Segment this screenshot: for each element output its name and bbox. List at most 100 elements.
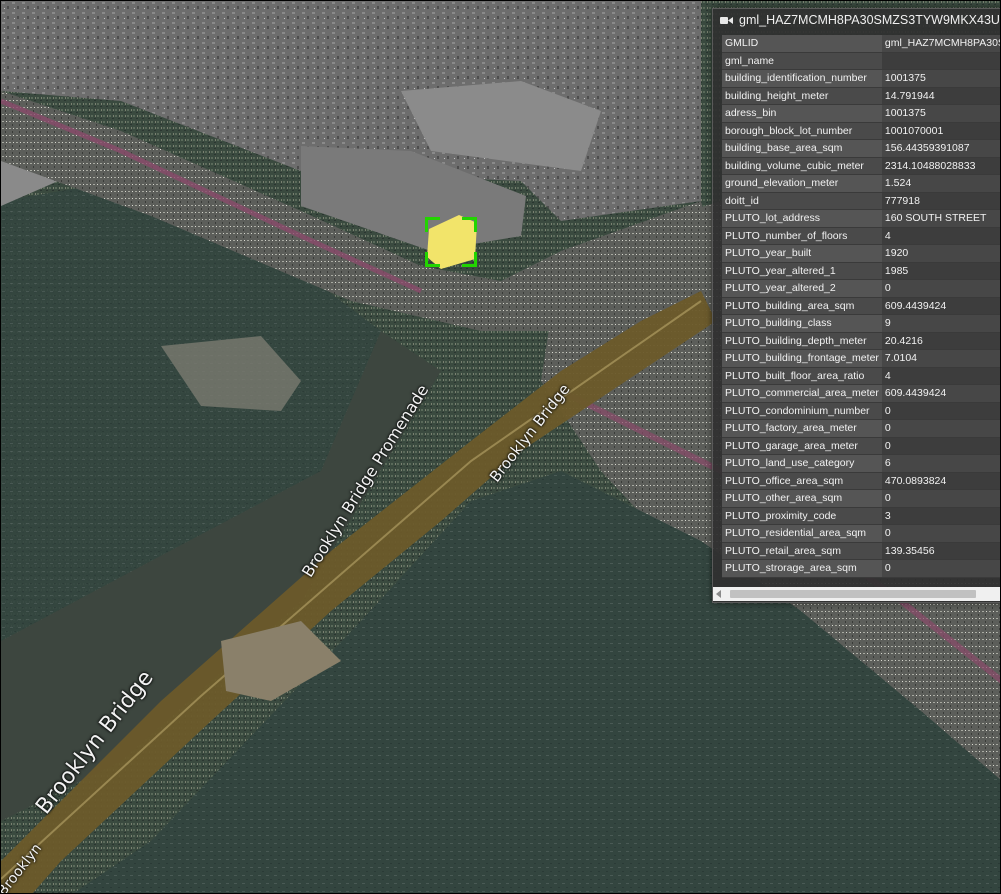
attribute-key: ground_elevation_meter <box>722 174 882 193</box>
attribute-value: 1001070001 <box>881 122 1000 140</box>
attribute-key: PLUTO_year_built <box>722 244 882 263</box>
attribute-value: 20.4216 <box>881 332 1000 350</box>
table-row: PLUTO_retail_area_sqm 139.35456 <box>722 542 1000 560</box>
table-row: gml_name <box>722 52 1000 70</box>
selection-corner-bottom-right <box>462 252 477 267</box>
attribute-key: PLUTO_commercial_area_meter <box>722 384 882 403</box>
attribute-key: PLUTO_building_frontage_meter <box>722 349 882 368</box>
table-row: PLUTO_building_frontage_meter 7.0104 <box>722 349 1000 368</box>
attribute-key: PLUTO_strorage_area_sqm <box>722 559 882 578</box>
table-row: building_height_meter 14.791944 <box>722 87 1000 105</box>
attribute-value: 609.4439424 <box>881 297 1000 315</box>
attribute-value: 2314.10488028833 <box>881 157 1000 175</box>
attribute-value: 4 <box>881 367 1000 385</box>
attribute-key: PLUTO_land_use_category <box>722 454 882 473</box>
table-row: PLUTO_commercial_area_meter 609.4439424 <box>722 384 1000 403</box>
table-row: PLUTO_land_use_category 6 <box>722 454 1000 473</box>
cesium-viewer[interactable]: Brooklyn Bridge Brooklyn Bridge Promenad… <box>0 0 1001 894</box>
horizontal-scrollbar[interactable] <box>713 587 1000 601</box>
attribute-key: PLUTO_garage_area_meter <box>722 437 882 455</box>
attribute-key: PLUTO_number_of_floors <box>722 227 882 245</box>
attribute-value: 6 <box>881 454 1000 473</box>
attribute-key: building_volume_cubic_meter <box>722 157 882 175</box>
attribute-key: building_identification_number <box>722 69 882 88</box>
attribute-value: 9 <box>881 314 1000 333</box>
attribute-key: PLUTO_proximity_code <box>722 507 882 525</box>
attribute-value: 0 <box>881 489 1000 508</box>
table-row: doitt_id 777918 <box>722 192 1000 210</box>
attribute-key: building_base_area_sqm <box>722 139 882 158</box>
attribute-key: PLUTO_factory_area_meter <box>722 419 882 438</box>
table-row: building_volume_cubic_meter 2314.10488028… <box>722 157 1000 175</box>
attribute-key: PLUTO_built_floor_area_ratio <box>722 367 882 385</box>
attribute-key: doitt_id <box>722 192 882 210</box>
table-row: borough_block_lot_number 1001070001 <box>722 122 1000 140</box>
attribute-value: 609.4439424 <box>881 384 1000 403</box>
attribute-value: 0 <box>881 419 1000 438</box>
attribute-value: 0 <box>881 279 1000 298</box>
attribute-key: PLUTO_building_depth_meter <box>722 332 882 350</box>
attribute-key: PLUTO_lot_address <box>722 209 882 228</box>
attribute-key: building_height_meter <box>722 87 882 105</box>
table-row: PLUTO_year_built 1920 <box>722 244 1000 263</box>
table-row: PLUTO_built_floor_area_ratio 4 <box>722 367 1000 385</box>
attribute-value: 1920 <box>881 244 1000 263</box>
attribute-value <box>881 52 1000 70</box>
table-row: PLUTO_residential_area_sqm 0 <box>722 524 1000 543</box>
attribute-key: PLUTO_residential_area_sqm <box>722 524 882 543</box>
attribute-value: 1.524 <box>881 174 1000 193</box>
attribute-value: 160 SOUTH STREET <box>881 209 1000 228</box>
attribute-key: adress_bin <box>722 104 882 123</box>
attribute-key: PLUTO_building_area_sqm <box>722 297 882 315</box>
selection-corner-top-left <box>425 217 440 232</box>
info-box-attribute-table[interactable]: GMLIDgml_HAZ7MCMH8PA30SMZS3TYW9MKX43UAWI… <box>713 35 1000 587</box>
info-box-title: gml_HAZ7MCMH8PA30SMZS3TYW9MKX43UAWI <box>739 13 1001 27</box>
attribute-value: 0 <box>881 437 1000 455</box>
video-camera-icon[interactable] <box>720 16 733 25</box>
table-row: building_base_area_sqm 156.44359391087 <box>722 139 1000 158</box>
attribute-value: 777918 <box>881 192 1000 210</box>
attribute-value: 139.35456 <box>881 542 1000 560</box>
attribute-key: PLUTO_other_area_sqm <box>722 489 882 508</box>
selection-indicator <box>425 217 477 267</box>
attribute-value: 470.0893824 <box>881 472 1000 490</box>
attribute-value: 1001375 <box>881 104 1000 123</box>
attribute-value: 0 <box>881 524 1000 543</box>
attribute-key: GMLID <box>722 35 882 53</box>
attribute-value: 4 <box>881 227 1000 245</box>
table-row: adress_bin 1001375 <box>722 104 1000 123</box>
attribute-key: PLUTO_year_altered_1 <box>722 262 882 280</box>
table-row: PLUTO_year_altered_2 0 <box>722 279 1000 298</box>
table-row: PLUTO_garage_area_meter 0 <box>722 437 1000 455</box>
attribute-key: gml_name <box>722 52 882 70</box>
table-row: PLUTO_year_altered_1 1985 <box>722 262 1000 280</box>
attribute-key: PLUTO_condominium_number <box>722 402 882 420</box>
scrollbar-thumb[interactable] <box>730 590 976 598</box>
table-row: PLUTO_office_area_sqm 470.0893824 <box>722 472 1000 490</box>
attribute-key: borough_block_lot_number <box>722 122 882 140</box>
attribute-key: PLUTO_office_area_sqm <box>722 472 882 490</box>
attribute-value: 14.791944 <box>881 87 1000 105</box>
attribute-value: 7.0104 <box>881 349 1000 368</box>
table-row: PLUTO_factory_area_meter 0 <box>722 419 1000 438</box>
arrow-left-icon[interactable] <box>716 590 721 598</box>
table-row: PLUTO_number_of_floors 4 <box>722 227 1000 245</box>
table-row: PLUTO_building_depth_meter 20.4216 <box>722 332 1000 350</box>
table-row: PLUTO_other_area_sqm 0 <box>722 489 1000 508</box>
attribute-value: gml_HAZ7MCMH8PA30SMZS3TYW9MKX43UAWI <box>881 35 1000 53</box>
attribute-value: 1985 <box>881 262 1000 280</box>
table-row: ground_elevation_meter 1.524 <box>722 174 1000 193</box>
selection-corner-top-right <box>462 217 477 232</box>
info-box-title-bar[interactable]: gml_HAZ7MCMH8PA30SMZS3TYW9MKX43UAWI <box>713 9 1001 31</box>
attribute-value: 3 <box>881 507 1000 525</box>
attribute-value: 156.44359391087 <box>881 139 1000 158</box>
attribute-value: 1001375 <box>881 69 1000 88</box>
table-row: building_identification_number 1001375 <box>722 69 1000 88</box>
attribute-value: 0 <box>881 402 1000 420</box>
attribute-key: PLUTO_building_class <box>722 314 882 333</box>
info-box-panel[interactable]: gml_HAZ7MCMH8PA30SMZS3TYW9MKX43UAWI GMLI… <box>712 8 1001 603</box>
selection-corner-bottom-left <box>425 252 440 267</box>
attribute-key: PLUTO_retail_area_sqm <box>722 542 882 560</box>
table-row: PLUTO_proximity_code 3 <box>722 507 1000 525</box>
table-row: GMLIDgml_HAZ7MCMH8PA30SMZS3TYW9MKX43UAWI <box>722 35 1000 53</box>
